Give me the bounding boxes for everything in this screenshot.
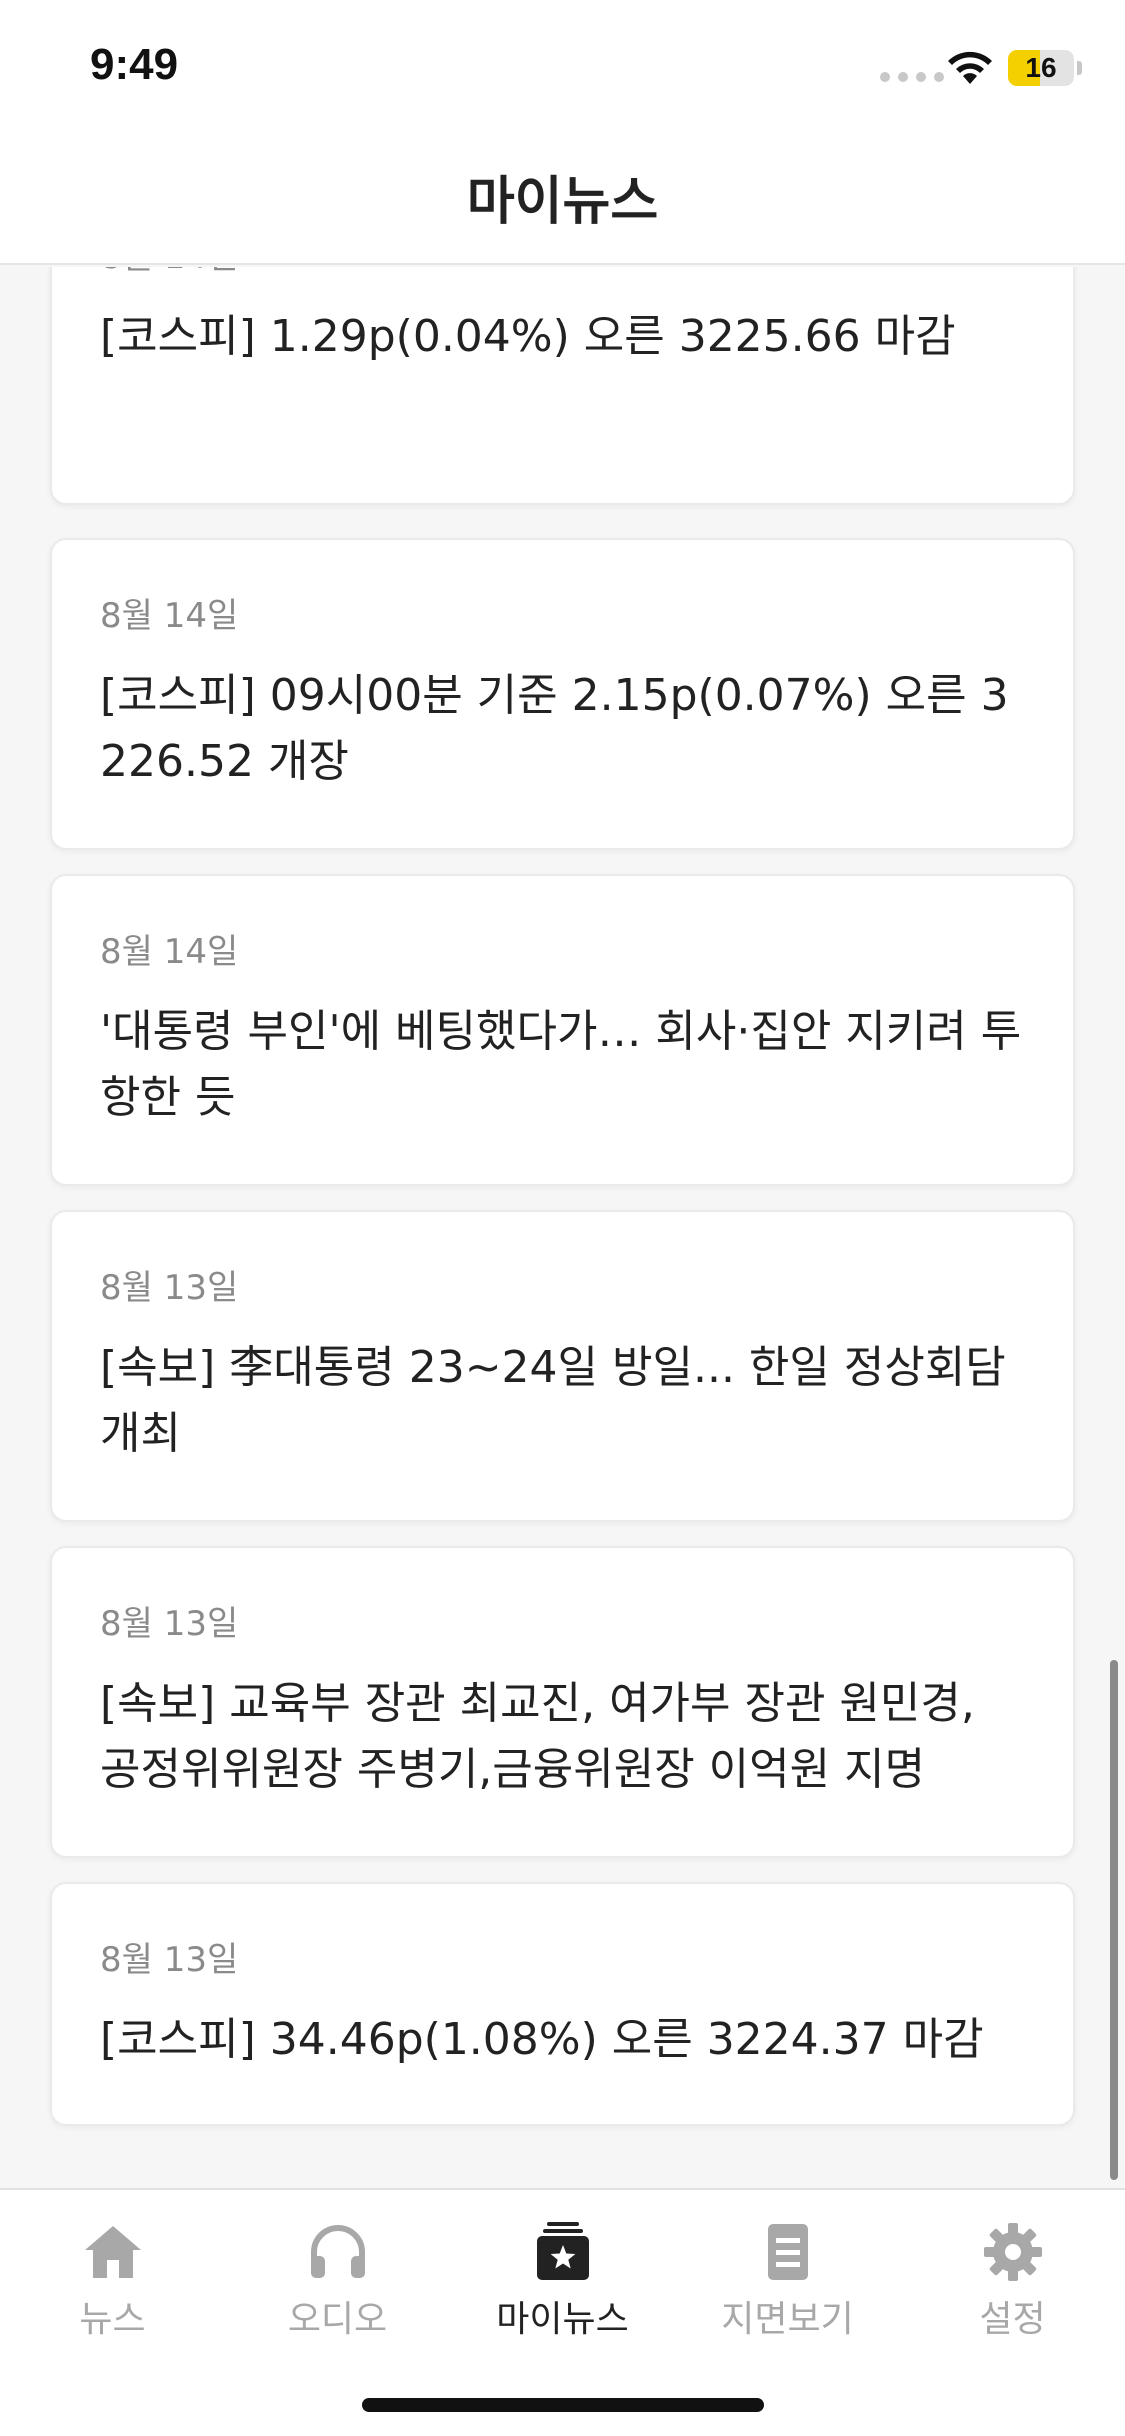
tab-mynews[interactable]: 마이뉴스 (450, 2220, 675, 2350)
home-indicator[interactable] (362, 2398, 764, 2412)
article-card[interactable]: 8월 14일 '대통령 부인'에 베팅했다가… 회사·집안 지키려 투항한 듯 (50, 874, 1075, 1186)
article-card[interactable]: 8월 13일 [코스피] 34.46p(1.08%) 오른 3224.37 마감 (50, 1882, 1075, 2126)
article-title: [속보] 교육부 장관 최교진, 여가부 장관 원민경, 공정위위원장 주병기,… (100, 1678, 975, 1795)
tab-epaper[interactable]: 지면보기 (675, 2220, 900, 2350)
home-icon (84, 2226, 141, 2278)
scrollbar[interactable] (1110, 1660, 1118, 2180)
tab-news[interactable]: 뉴스 (0, 2220, 225, 2350)
article-card[interactable]: 8월 14일 [코스피] 1.29p(0.04%) 오른 3225.66 마감 (50, 267, 1075, 505)
battery-nub (1077, 61, 1082, 75)
tab-label: 오디오 (287, 2299, 388, 2340)
tab-label: 지면보기 (721, 2299, 854, 2340)
tab-label: 설정 (979, 2299, 1046, 2340)
gear-icon (983, 2223, 1042, 2281)
article-date: 8월 14일 (100, 267, 1025, 278)
article-card[interactable]: 8월 13일 [속보] 교육부 장관 최교진, 여가부 장관 원민경, 공정위위… (50, 1546, 1075, 1858)
article-date: 8월 13일 (100, 1268, 239, 1308)
article-date: 8월 13일 (100, 1604, 239, 1644)
tab-label: 마이뉴스 (496, 2299, 629, 2340)
battery-level: 16 (1025, 52, 1057, 83)
article-title: [코스피] 34.46p(1.08%) 오른 3224.37 마감 (100, 2014, 984, 2065)
article-date: 8월 14일 (100, 596, 239, 636)
page-title: 마이뉴스 (466, 172, 659, 232)
bookmark-star-icon (536, 2222, 589, 2280)
wifi-icon (948, 51, 992, 84)
article-date: 8월 14일 (100, 932, 239, 972)
document-icon (767, 2224, 808, 2280)
status-time: 9:49 (90, 40, 179, 89)
article-title: '대통령 부인'에 베팅했다가… 회사·집안 지키려 투항한 듯 (100, 1006, 1022, 1123)
nav-header: 마이뉴스 (0, 130, 1125, 265)
tab-settings[interactable]: 설정 (900, 2220, 1125, 2350)
battery-icon: 16 (1008, 50, 1074, 86)
article-card[interactable]: 8월 14일 [코스피] 09시00분 기준 2.15p(0.07%) 오른 3… (50, 538, 1075, 850)
headphones-icon (310, 2225, 365, 2278)
article-date: 8월 13일 (100, 1940, 239, 1980)
article-list[interactable]: 8월 14일 [코스피] 1.29p(0.04%) 오른 3225.66 마감 … (0, 267, 1125, 2187)
article-card[interactable]: 8월 13일 [속보] 李대통령 23~24일 방일... 한일 정상회담 개최 (50, 1210, 1075, 1522)
article-title: [코스피] 09시00분 기준 2.15p(0.07%) 오른 3226.52 … (100, 670, 1009, 787)
cellular-signal-icon (880, 72, 944, 82)
article-title: [코스피] 1.29p(0.04%) 오른 3225.66 마감 (100, 311, 956, 362)
article-title: [속보] 李대통령 23~24일 방일... 한일 정상회담 개최 (100, 1342, 1006, 1459)
tab-audio[interactable]: 오디오 (225, 2220, 450, 2350)
status-bar: 9:49 16 (0, 0, 1125, 130)
tab-label: 뉴스 (79, 2299, 146, 2340)
